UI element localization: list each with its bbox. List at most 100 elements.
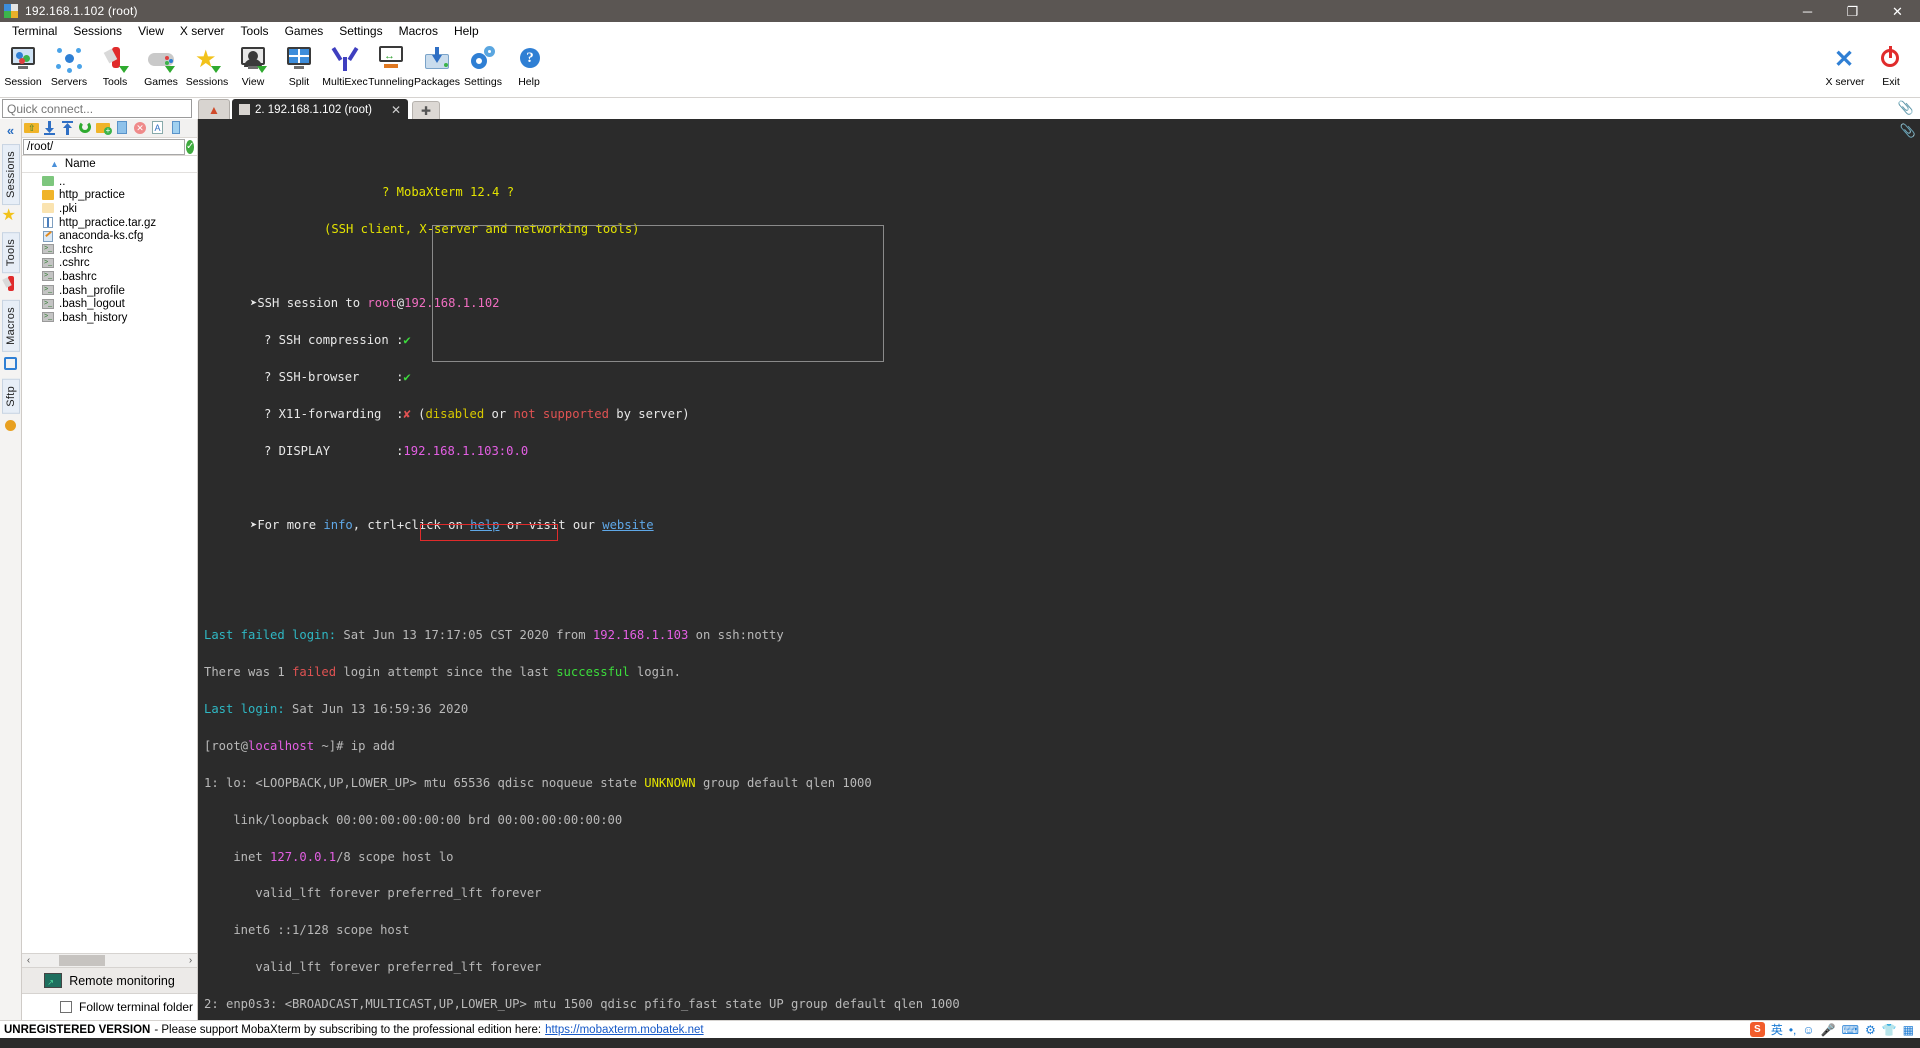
refresh-icon[interactable] bbox=[78, 120, 94, 136]
remote-monitoring-button[interactable]: ↗ Remote monitoring bbox=[22, 967, 197, 994]
ribbon-packages-label: Packages bbox=[413, 76, 461, 88]
list-item[interactable]: anaconda-ks.cfg bbox=[22, 229, 197, 243]
collapse-sidebar-button[interactable]: « bbox=[7, 123, 14, 138]
speed-icon[interactable]: ⚙ bbox=[1865, 1023, 1876, 1037]
follow-terminal-folder-checkbox[interactable] bbox=[60, 1001, 72, 1013]
terminal-paperclip-icon[interactable]: 📎 bbox=[1900, 123, 1916, 139]
download-icon[interactable] bbox=[42, 120, 58, 136]
scroll-right-icon[interactable]: › bbox=[184, 955, 197, 966]
file-list-hscrollbar[interactable]: ‹ › bbox=[22, 953, 197, 967]
quick-connect-input[interactable] bbox=[2, 99, 192, 118]
ribbon-xserver-button[interactable]: ✕ X server bbox=[1822, 42, 1868, 89]
ribbon-tunneling-button[interactable]: ↔ Tunneling bbox=[368, 42, 414, 88]
rail-tab-tools[interactable]: Tools bbox=[1, 232, 20, 274]
menu-tools[interactable]: Tools bbox=[233, 23, 277, 39]
ribbon-tools-button[interactable]: Tools bbox=[92, 42, 138, 88]
menu-sessions[interactable]: Sessions bbox=[65, 23, 130, 39]
mobaxterm-link[interactable]: https://mobaxterm.mobatek.net bbox=[545, 1024, 704, 1036]
emoji-icon[interactable]: ☺ bbox=[1802, 1023, 1814, 1037]
list-item[interactable]: .pki bbox=[22, 202, 197, 216]
list-item-label: .bash_history bbox=[59, 311, 128, 324]
close-button[interactable]: ✕ bbox=[1875, 0, 1920, 22]
home-icon: ▲ bbox=[208, 102, 220, 117]
menu-macros[interactable]: Macros bbox=[391, 23, 446, 39]
ribbon-exit-button[interactable]: Exit bbox=[1868, 42, 1914, 88]
ribbon-packages-button[interactable]: Packages bbox=[414, 42, 460, 88]
sogou-icon[interactable]: S bbox=[1749, 1022, 1765, 1037]
ribbon-games-button[interactable]: Games bbox=[138, 42, 184, 88]
binary-mode-icon[interactable] bbox=[168, 120, 184, 136]
rail-tab-sftp[interactable]: Sftp bbox=[1, 379, 20, 414]
list-item[interactable]: http_practice.tar.gz bbox=[22, 216, 197, 230]
up-folder-icon[interactable]: ⇧ bbox=[24, 120, 40, 136]
tab-close-icon[interactable]: ✕ bbox=[391, 103, 401, 117]
ribbon-games-label: Games bbox=[144, 76, 178, 88]
file-list[interactable]: .. http_practice .pki http_practice.tar.… bbox=[22, 173, 197, 953]
maximize-button[interactable]: ❐ bbox=[1830, 0, 1875, 22]
multiexec-icon bbox=[330, 44, 360, 74]
paperclip-icon[interactable]: 📎 bbox=[1898, 100, 1914, 116]
banner-title: ? MobaXterm 12.4 ? bbox=[382, 185, 515, 200]
ribbon-help-button[interactable]: ? Help bbox=[506, 42, 552, 88]
tab-session-1[interactable]: 2. 192.168.1.102 (root) ✕ bbox=[232, 99, 409, 119]
list-item-label: anaconda-ks.cfg bbox=[59, 230, 144, 243]
sort-indicator-icon[interactable]: ▲ bbox=[50, 159, 59, 169]
banner-footer-website-link[interactable]: website bbox=[602, 518, 653, 532]
script-file-icon: >_ bbox=[42, 257, 55, 269]
home-tab[interactable]: ▲ bbox=[198, 99, 230, 119]
minimize-button[interactable]: ─ bbox=[1785, 0, 1830, 22]
menu-settings[interactable]: Settings bbox=[331, 23, 390, 39]
list-item[interactable]: >_ .cshrc bbox=[22, 257, 197, 271]
ribbon-settings-button[interactable]: Settings bbox=[460, 42, 506, 88]
skin-icon[interactable]: 👕 bbox=[1882, 1023, 1897, 1037]
scroll-left-icon[interactable]: ‹ bbox=[22, 955, 35, 966]
upload-icon[interactable] bbox=[60, 120, 76, 136]
banner-row-0-label: ? SSH compression : bbox=[264, 333, 404, 348]
rail-tab-macros[interactable]: Macros bbox=[1, 300, 20, 353]
ribbon-session-button[interactable]: Session bbox=[0, 42, 46, 88]
menu-view[interactable]: View bbox=[130, 23, 172, 39]
follow-terminal-folder-row[interactable]: Follow terminal folder bbox=[22, 994, 197, 1020]
list-item[interactable]: >_ .tcshrc bbox=[22, 243, 197, 257]
list-item-label: http_practice bbox=[59, 189, 125, 202]
ribbon-sessions-button[interactable]: ★ Sessions bbox=[184, 42, 230, 89]
menu-terminal[interactable]: Terminal bbox=[4, 23, 65, 39]
apps-icon[interactable]: ▦ bbox=[1903, 1023, 1914, 1037]
ribbon-multiexec-button[interactable]: MultiExec bbox=[322, 42, 368, 88]
list-item-label: .cshrc bbox=[59, 257, 90, 270]
list-item[interactable]: http_practice bbox=[22, 189, 197, 203]
new-folder-icon[interactable]: + bbox=[96, 120, 112, 136]
list-item[interactable]: >_ .bashrc bbox=[22, 270, 197, 284]
banner-row-2-note-close: by server) bbox=[608, 406, 690, 421]
path-input[interactable] bbox=[23, 138, 185, 155]
menu-xserver[interactable]: X server bbox=[172, 23, 233, 39]
punctuation-icon[interactable]: •, bbox=[1789, 1023, 1797, 1037]
menu-help[interactable]: Help bbox=[446, 23, 487, 39]
scrollbar-trough[interactable] bbox=[35, 955, 184, 966]
new-tab-button[interactable]: ✚ bbox=[412, 101, 441, 119]
ribbon-view-button[interactable]: View bbox=[230, 42, 276, 88]
column-header-name[interactable]: Name bbox=[65, 158, 96, 170]
delete-icon[interactable]: ✕ bbox=[132, 120, 148, 136]
banner-row-2-note-open: ( bbox=[410, 406, 426, 421]
new-file-icon[interactable] bbox=[114, 120, 130, 136]
banner-footer-info-link[interactable]: info bbox=[323, 518, 352, 532]
path-ok-icon[interactable]: ✓ bbox=[186, 139, 195, 154]
mic-icon[interactable]: 🎤 bbox=[1821, 1023, 1836, 1037]
scrollbar-thumb[interactable] bbox=[59, 955, 105, 966]
list-item[interactable]: >_ .bash_profile bbox=[22, 284, 197, 298]
keyboard-icon[interactable]: ⌨ bbox=[1842, 1023, 1859, 1037]
menu-games[interactable]: Games bbox=[277, 23, 332, 39]
list-item[interactable]: >_ .bash_history bbox=[22, 311, 197, 325]
chinese-ime-icon[interactable]: 英 bbox=[1771, 1021, 1783, 1038]
list-item[interactable]: .. bbox=[22, 175, 197, 189]
ribbon-servers-button[interactable]: Servers bbox=[46, 42, 92, 88]
ribbon-split-button[interactable]: Split bbox=[276, 42, 322, 88]
terminal-panel[interactable]: ? MobaXterm 12.4 ? (SSH client, X-server… bbox=[198, 119, 1920, 1020]
banner-footer-c: or visit our bbox=[499, 517, 603, 532]
list-item[interactable]: >_ .bash_logout bbox=[22, 297, 197, 311]
rail-tab-sessions[interactable]: Sessions bbox=[1, 144, 20, 206]
text-mode-icon[interactable]: A bbox=[150, 120, 166, 136]
banner-footer-help-link[interactable]: help bbox=[470, 518, 499, 532]
terminal-output[interactable]: ? MobaXterm 12.4 ? (SSH client, X-server… bbox=[198, 119, 1920, 1020]
